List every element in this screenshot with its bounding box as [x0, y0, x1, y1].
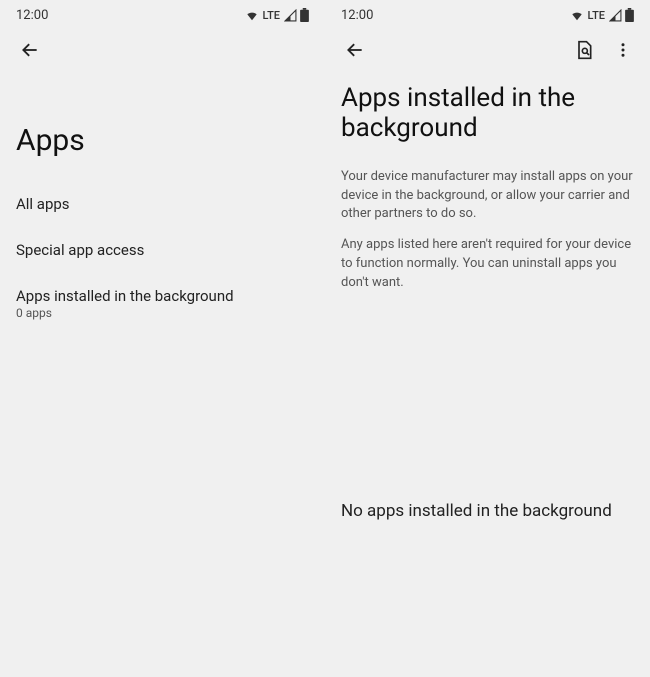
screen-apps: 12:00 LTE Apps All apps Sp [0, 0, 325, 677]
wifi-icon [245, 8, 259, 22]
list-item-background-apps[interactable]: Apps installed in the background 0 apps [16, 273, 309, 334]
battery-icon [625, 8, 634, 22]
status-time: 12:00 [16, 8, 48, 23]
more-vert-icon [614, 41, 632, 59]
arrow-left-icon [20, 40, 40, 60]
status-bar: 12:00 LTE [0, 0, 325, 28]
signal-icon [284, 9, 297, 22]
page-title: Apps [16, 76, 309, 181]
find-in-page-icon [574, 40, 594, 60]
list-item-subtitle: 0 apps [16, 306, 309, 320]
app-bar-actions [572, 38, 634, 66]
app-bar [0, 28, 325, 76]
empty-state-message: No apps installed in the background [341, 301, 634, 521]
list-item-special-app-access[interactable]: Special app access [16, 227, 309, 273]
list-item-label: Apps installed in the background [16, 287, 309, 305]
signal-icon [609, 9, 622, 22]
back-button[interactable] [341, 36, 369, 68]
back-button[interactable] [16, 36, 44, 68]
list-item-all-apps[interactable]: All apps [16, 181, 309, 227]
list-item-label: All apps [16, 195, 309, 213]
page-title: Apps installed in the background [341, 76, 634, 160]
description-paragraph-2: Any apps listed here aren't required for… [341, 232, 634, 301]
overflow-menu-button[interactable] [612, 39, 634, 65]
status-indicators: LTE [570, 8, 634, 22]
wifi-icon [570, 8, 584, 22]
app-bar [325, 28, 650, 76]
content-area: Apps installed in the background Your de… [325, 76, 650, 521]
network-label: LTE [587, 9, 605, 22]
network-label: LTE [262, 9, 280, 22]
battery-icon [300, 8, 309, 22]
content-area: Apps All apps Special app access Apps in… [0, 76, 325, 334]
arrow-left-icon [345, 40, 365, 60]
status-time: 12:00 [341, 8, 373, 23]
search-in-page-button[interactable] [572, 38, 596, 66]
status-indicators: LTE [245, 8, 309, 22]
screen-background-apps: 12:00 LTE [325, 0, 650, 677]
list-item-label: Special app access [16, 241, 309, 259]
status-bar: 12:00 LTE [325, 0, 650, 28]
description-paragraph-1: Your device manufacturer may install app… [341, 160, 634, 233]
